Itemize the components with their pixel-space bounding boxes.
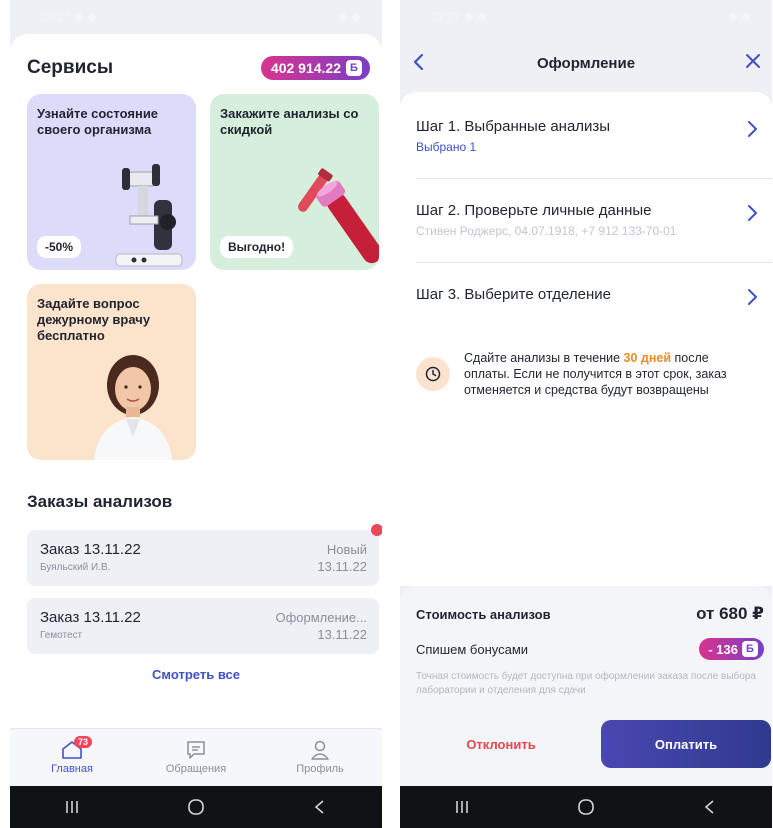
price-summary-panel: Стоимость анализов от 680 ₽ Спишем бонус… (400, 586, 772, 786)
message-icon (88, 13, 97, 21)
cost-value: от 680 ₽ (696, 604, 764, 623)
right-phone-screen: 23:27 Оформление Шаг 1. Выбранные анализ… (400, 0, 772, 828)
step-title: Шаг 1. Выбранные анализы (416, 118, 611, 135)
clock-badge (416, 357, 450, 391)
services-title: Сервисы (27, 57, 114, 78)
deadline-info: Сдайте анализы в течение 30 дней после о… (416, 350, 752, 398)
notification-icon (465, 13, 474, 21)
recent-apps-icon[interactable] (453, 799, 471, 815)
order-date: 13.11.22 (317, 627, 367, 642)
home-button-icon[interactable] (187, 798, 205, 816)
order-row[interactable]: Заказ 13.11.22 Буяльский И.В. Новый 13.1… (27, 524, 382, 586)
status-time: 23:27 (430, 10, 461, 24)
cost-row: Стоимость анализов от 680 ₽ (416, 604, 764, 624)
bonus-deduction-value: - 136 (708, 641, 738, 657)
chevron-right-icon (748, 205, 757, 221)
orders-section-title: Заказы анализов (27, 492, 173, 511)
decline-button[interactable]: Отклонить (416, 720, 586, 768)
order-date: 13.11.22 (317, 559, 367, 574)
services-header: Сервисы 402 914.22 Б (27, 56, 370, 80)
order-doctor: Буяльский И.В. (40, 562, 111, 573)
discount-badge: -50% (37, 236, 82, 258)
status-bar: 23:27 (10, 0, 382, 34)
step-selected-analyses[interactable]: Шаг 1. Выбранные анализы Выбрано 1 (416, 118, 760, 154)
back-button-icon[interactable] (701, 799, 719, 815)
recent-apps-icon[interactable] (63, 799, 81, 815)
order-lab: Гемотест (40, 630, 83, 641)
tab-profile[interactable]: Профиль (270, 740, 370, 775)
doctor-avatar (94, 355, 172, 460)
order-status: Оформление... (275, 610, 367, 625)
battery-icon (352, 13, 360, 21)
service-card-body-check[interactable]: Узнайте состояние своего организма -50% (27, 94, 196, 270)
chat-icon (187, 741, 205, 759)
divider (416, 262, 772, 263)
wifi-icon (729, 13, 737, 21)
service-card-order-analyses[interactable]: Закажите анализы со скидкой Выгодно! (210, 94, 379, 270)
bonus-currency-icon: Б (346, 60, 362, 76)
order-name: Заказ 13.11.22 (40, 541, 141, 558)
chevron-right-icon (748, 289, 757, 305)
step-personal-data[interactable]: Шаг 2. Проверьте личные данные Стивен Ро… (416, 202, 760, 238)
system-nav-bar (400, 786, 772, 828)
cost-label: Стоимость анализов (416, 606, 551, 622)
order-status: Новый (326, 542, 367, 557)
message-icon (478, 13, 487, 21)
notification-icon (75, 13, 84, 21)
deadline-days: 30 дней (623, 351, 672, 365)
bonus-balance-value: 402 914.22 (270, 60, 341, 76)
system-nav-bar (10, 786, 382, 828)
tab-home[interactable]: 73 Главная (22, 736, 122, 775)
tab-label: Главная (51, 763, 93, 775)
step-title: Шаг 3. Выберите отделение (416, 286, 611, 303)
tab-requests[interactable]: Обращения (146, 740, 246, 775)
status-bar: 23:27 (400, 0, 772, 34)
deadline-text-start: Сдайте анализы в течение (464, 351, 624, 365)
left-phone-screen: 23:27 Сервисы 402 914.22 Б Узнайте состо… (10, 0, 382, 828)
card-title: Задайте вопрос дежурному врачу бесплатно (37, 296, 151, 343)
home-button-icon[interactable] (577, 798, 595, 816)
bonus-deduction-pill: - 136 Б (699, 638, 764, 660)
back-arrow-icon[interactable] (412, 52, 426, 72)
divider (416, 178, 772, 179)
microscope-icon (115, 164, 183, 267)
see-all-link[interactable]: Смотреть все (10, 667, 382, 682)
home-badge-count: 73 (74, 736, 93, 748)
checkout-header: Оформление (400, 34, 772, 92)
step-title: Шаг 2. Проверьте личные данные (416, 202, 652, 219)
step-select-branch[interactable]: Шаг 3. Выберите отделение (416, 286, 760, 305)
deadline-text: Сдайте анализы в течение 30 дней после о… (464, 350, 752, 398)
battery-icon (742, 13, 750, 21)
chevron-right-icon (748, 121, 757, 137)
price-note: Точная стоимость будет доступна при офор… (416, 671, 756, 696)
card-title: Узнайте состояние своего организма (37, 106, 159, 137)
pay-button[interactable]: Оплатить (601, 720, 771, 768)
order-name: Заказ 13.11.22 (40, 609, 141, 626)
back-button-icon[interactable] (311, 799, 329, 815)
step-subtitle: Стивен Роджерс, 04.07.1918, +7 912 133-7… (416, 224, 677, 238)
service-card-ask-doctor[interactable]: Задайте вопрос дежурному врачу бесплатно (27, 284, 196, 460)
status-time: 23:27 (40, 10, 71, 24)
home-sheet: Сервисы 402 914.22 Б Узнайте состояние с… (10, 34, 382, 728)
bonus-balance-pill[interactable]: 402 914.22 Б (260, 56, 370, 80)
bonus-currency-icon: Б (742, 641, 758, 657)
step-subtitle: Выбрано 1 (416, 140, 477, 154)
card-title: Закажите анализы со скидкой (220, 106, 359, 137)
wifi-icon (339, 13, 347, 21)
profitable-badge: Выгодно! (220, 236, 294, 258)
tab-label: Профиль (296, 763, 344, 775)
clock-icon (425, 366, 441, 382)
bonus-row: Спишем бонусами - 136 Б (416, 638, 764, 660)
page-title: Оформление (536, 54, 636, 72)
order-row[interactable]: Заказ 13.11.22 Гемотест Оформление... 13… (27, 598, 379, 654)
checkout-steps: Шаг 1. Выбранные анализы Выбрано 1 Шаг 2… (400, 92, 772, 586)
tab-label: Обращения (165, 763, 227, 775)
bottom-tab-bar: 73 Главная Обращения Профиль (10, 728, 382, 786)
bonus-label: Спишем бонусами (416, 641, 529, 657)
unread-indicator (371, 524, 382, 536)
close-icon[interactable] (744, 52, 762, 70)
profile-icon (311, 740, 329, 760)
test-tube-icon (298, 168, 379, 264)
